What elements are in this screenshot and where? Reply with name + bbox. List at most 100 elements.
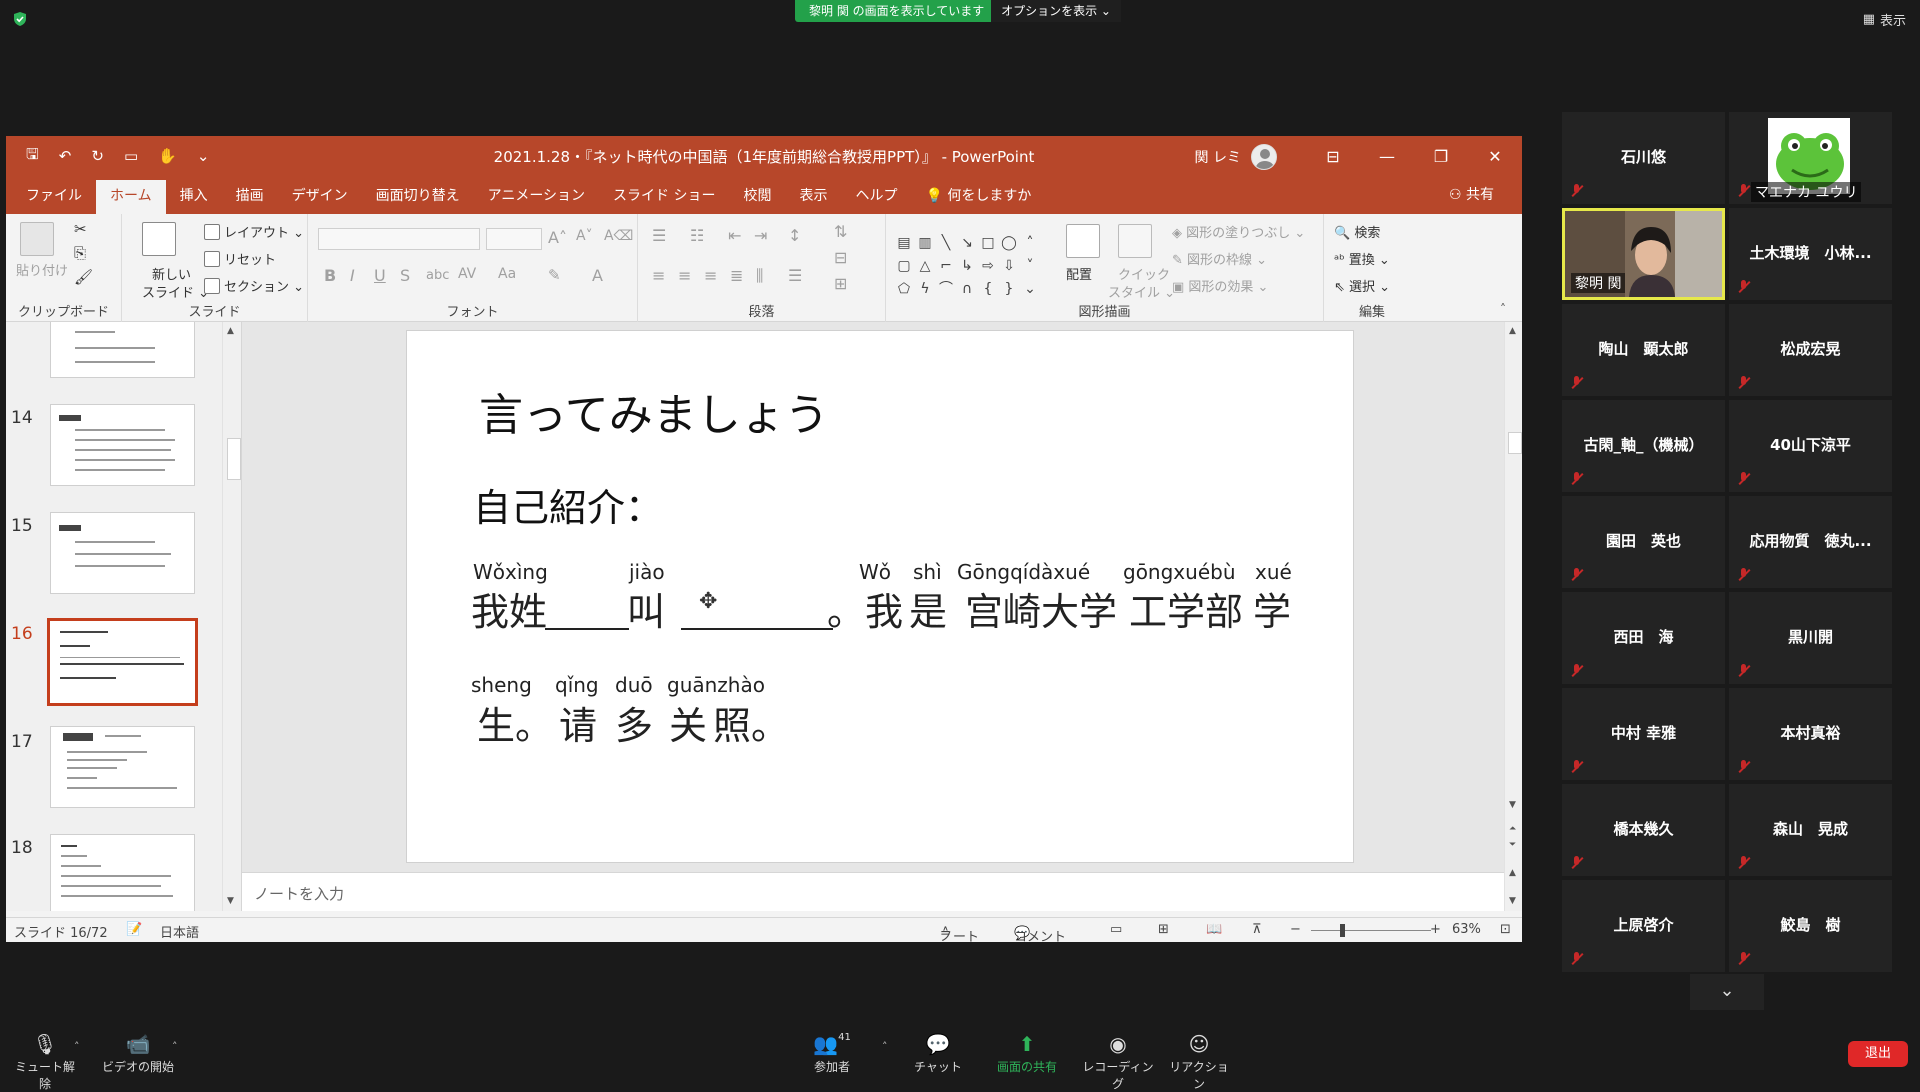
participant-tile[interactable]: 中村 幸雅 xyxy=(1562,688,1725,780)
notes-pane[interactable]: ノートを入力 xyxy=(242,872,1504,911)
bullets-icon[interactable]: ☰ xyxy=(652,226,666,245)
slide-thumbnail-17[interactable] xyxy=(50,726,195,808)
reset-button[interactable]: リセット xyxy=(204,249,276,268)
justify-icon[interactable]: ≣ xyxy=(730,266,743,285)
ribbon-display-icon[interactable]: ⊟ xyxy=(1306,136,1360,176)
reading-view-icon[interactable]: 📖 xyxy=(1206,922,1222,937)
align-right-icon[interactable]: ≡ xyxy=(704,266,717,285)
video-options-caret-icon[interactable]: ˄ xyxy=(172,1040,178,1053)
section-button[interactable]: セクション ⌄ xyxy=(204,276,304,295)
chat-button[interactable]: 💬 チャット xyxy=(912,1032,964,1075)
scroll-up-arrow-icon[interactable]: ▲ xyxy=(1509,326,1516,336)
participants-button[interactable]: 👥41 参加者 xyxy=(806,1032,858,1075)
restore-icon[interactable]: ❐ xyxy=(1414,136,1468,176)
participant-tile[interactable]: 黒川開 xyxy=(1729,592,1892,684)
shadow-icon[interactable]: S xyxy=(400,266,410,285)
numbering-icon[interactable]: ☷ xyxy=(690,226,704,245)
increase-indent-icon[interactable]: ⇥ xyxy=(754,226,767,245)
grow-font-icon[interactable]: A˄ xyxy=(548,228,567,247)
audio-options-caret-icon[interactable]: ˄ xyxy=(74,1040,80,1053)
distribute-icon[interactable]: ☰ xyxy=(788,266,802,285)
zoom-level[interactable]: 63% xyxy=(1452,922,1481,937)
shape-fill-button[interactable]: ◈ 図形の塗りつぶし ⌄ xyxy=(1172,222,1305,241)
participant-tile[interactable]: 松成宏晃 xyxy=(1729,304,1892,396)
shrink-font-icon[interactable]: A˅ xyxy=(576,228,593,244)
next-slide-icon[interactable]: ⏷ xyxy=(1509,840,1516,850)
present-icon[interactable]: ▭ xyxy=(124,147,138,165)
cut-icon[interactable]: ✂ xyxy=(74,220,87,238)
gallery-next-page-button[interactable]: ⌄ xyxy=(1690,974,1764,1010)
font-family-select[interactable] xyxy=(318,228,480,250)
thumbnails-scroll-thumb[interactable] xyxy=(227,438,241,480)
normal-view-icon[interactable]: ▭ xyxy=(1110,922,1122,937)
slide-sorter-icon[interactable]: ⊞ xyxy=(1158,922,1169,937)
tab-home[interactable]: ホーム xyxy=(96,180,166,214)
new-slide-button-line1[interactable]: 新しい xyxy=(152,264,191,283)
participant-tile[interactable]: 本村真裕 xyxy=(1729,688,1892,780)
reactions-button[interactable]: ☺ リアクション xyxy=(1166,1032,1232,1092)
scroll-down-arrow-icon[interactable]: ▼ xyxy=(1509,800,1516,810)
share-button[interactable]: ⚇ 共有 xyxy=(1449,184,1494,204)
minimize-icon[interactable]: — xyxy=(1360,136,1414,176)
redo-icon[interactable]: ↻ xyxy=(91,147,104,165)
unmute-button[interactable]: 🎙 ミュート解除 xyxy=(12,1032,78,1092)
scroll-down-arrow-icon[interactable]: ▼ xyxy=(1509,896,1516,906)
slide-scrollbar[interactable]: ▲ ▼ ⏶ ⏷ ▲ ▼ xyxy=(1504,322,1522,911)
close-icon[interactable]: ✕ xyxy=(1468,136,1522,176)
slide-thumbnail-15[interactable] xyxy=(50,512,195,594)
decrease-indent-icon[interactable]: ⇤ xyxy=(728,226,741,245)
start-video-button[interactable]: 📹 ビデオの開始 xyxy=(100,1032,176,1075)
participant-tile[interactable]: 陶山 顕太郎 xyxy=(1562,304,1725,396)
smartart-icon[interactable]: ⊞ xyxy=(834,274,847,293)
tab-draw[interactable]: 描画 xyxy=(222,180,278,214)
thumbnails-scrollbar[interactable]: ▲ ▼ xyxy=(222,322,241,911)
fit-to-window-icon[interactable]: ⊡ xyxy=(1500,922,1511,937)
replace-button[interactable]: ᵃᵇ 置換 ⌄ xyxy=(1334,249,1390,268)
share-screen-button[interactable]: ⬆ 画面の共有 xyxy=(990,1032,1064,1075)
participant-tile[interactable]: 西田 海 xyxy=(1562,592,1725,684)
tab-slideshow[interactable]: スライド ショー xyxy=(599,180,729,214)
touch-mode-icon[interactable]: ✋ xyxy=(158,147,177,165)
shape-outline-button[interactable]: ✎ 図形の枠線 ⌄ xyxy=(1172,249,1267,268)
zoom-in-icon[interactable]: + xyxy=(1430,922,1441,937)
select-button[interactable]: ⇖ 選択 ⌄ xyxy=(1334,276,1390,295)
quick-styles-line1[interactable]: クイック xyxy=(1118,264,1170,283)
find-button[interactable]: 🔍 検索 xyxy=(1334,222,1380,241)
participant-tile[interactable]: 園田 英也 xyxy=(1562,496,1725,588)
slide-thumbnail-13[interactable] xyxy=(50,322,195,378)
tab-transitions[interactable]: 画面切り替え xyxy=(362,180,474,214)
tab-file[interactable]: ファイル xyxy=(12,180,96,214)
participant-tile[interactable]: 森山 晃成 xyxy=(1729,784,1892,876)
highlight-icon[interactable]: ✎ xyxy=(548,266,561,284)
paste-button[interactable]: 貼り付け xyxy=(16,260,68,279)
participant-tile[interactable]: 古閑_軸_（機械） xyxy=(1562,400,1725,492)
leave-meeting-button[interactable]: 退出 xyxy=(1848,1041,1908,1067)
font-color-icon[interactable]: A xyxy=(592,266,603,285)
slide-scroll-thumb[interactable] xyxy=(1508,432,1522,454)
zoom-slider-knob[interactable] xyxy=(1340,924,1345,937)
strikethrough-icon[interactable]: abc xyxy=(426,268,449,283)
active-speaker-video-tile[interactable]: 黎明 関 xyxy=(1562,208,1725,300)
spell-check-icon[interactable]: 📝 xyxy=(126,922,142,937)
participant-tile[interactable]: 土木環境 小林... xyxy=(1729,208,1892,300)
slide-title[interactable]: 言ってみましょう xyxy=(479,379,829,443)
scroll-up-arrow-icon[interactable]: ▲ xyxy=(1509,868,1516,878)
save-icon[interactable]: 🖫 xyxy=(26,144,39,169)
char-spacing-icon[interactable]: AV xyxy=(458,266,476,282)
bold-icon[interactable]: B xyxy=(324,266,336,285)
tab-insert[interactable]: 挿入 xyxy=(166,180,222,214)
slide-thumbnail-14[interactable] xyxy=(50,404,195,486)
scroll-down-arrow-icon[interactable]: ▼ xyxy=(227,896,234,906)
tab-animations[interactable]: アニメーション xyxy=(474,180,599,214)
columns-icon[interactable]: ⫼ xyxy=(756,266,763,286)
slide-thumbnail-18[interactable] xyxy=(50,834,195,911)
participant-tile[interactable]: 橋本幾久 xyxy=(1562,784,1725,876)
new-slide-button-line2[interactable]: スライド ⌄ xyxy=(142,282,209,301)
arrange-button[interactable]: 配置 xyxy=(1066,264,1092,283)
change-case-icon[interactable]: Aa xyxy=(498,266,516,282)
collapse-ribbon-icon[interactable]: ˄ xyxy=(1500,302,1506,316)
participant-tile[interactable]: 鮫島 樹 xyxy=(1729,880,1892,972)
previous-slide-icon[interactable]: ⏶ xyxy=(1509,824,1516,834)
tab-design[interactable]: デザイン xyxy=(278,180,362,214)
slide-canvas[interactable]: 言ってみましょう 自己紹介： Wǒxìng jiào Wǒ shì Gōngqí… xyxy=(406,330,1354,863)
